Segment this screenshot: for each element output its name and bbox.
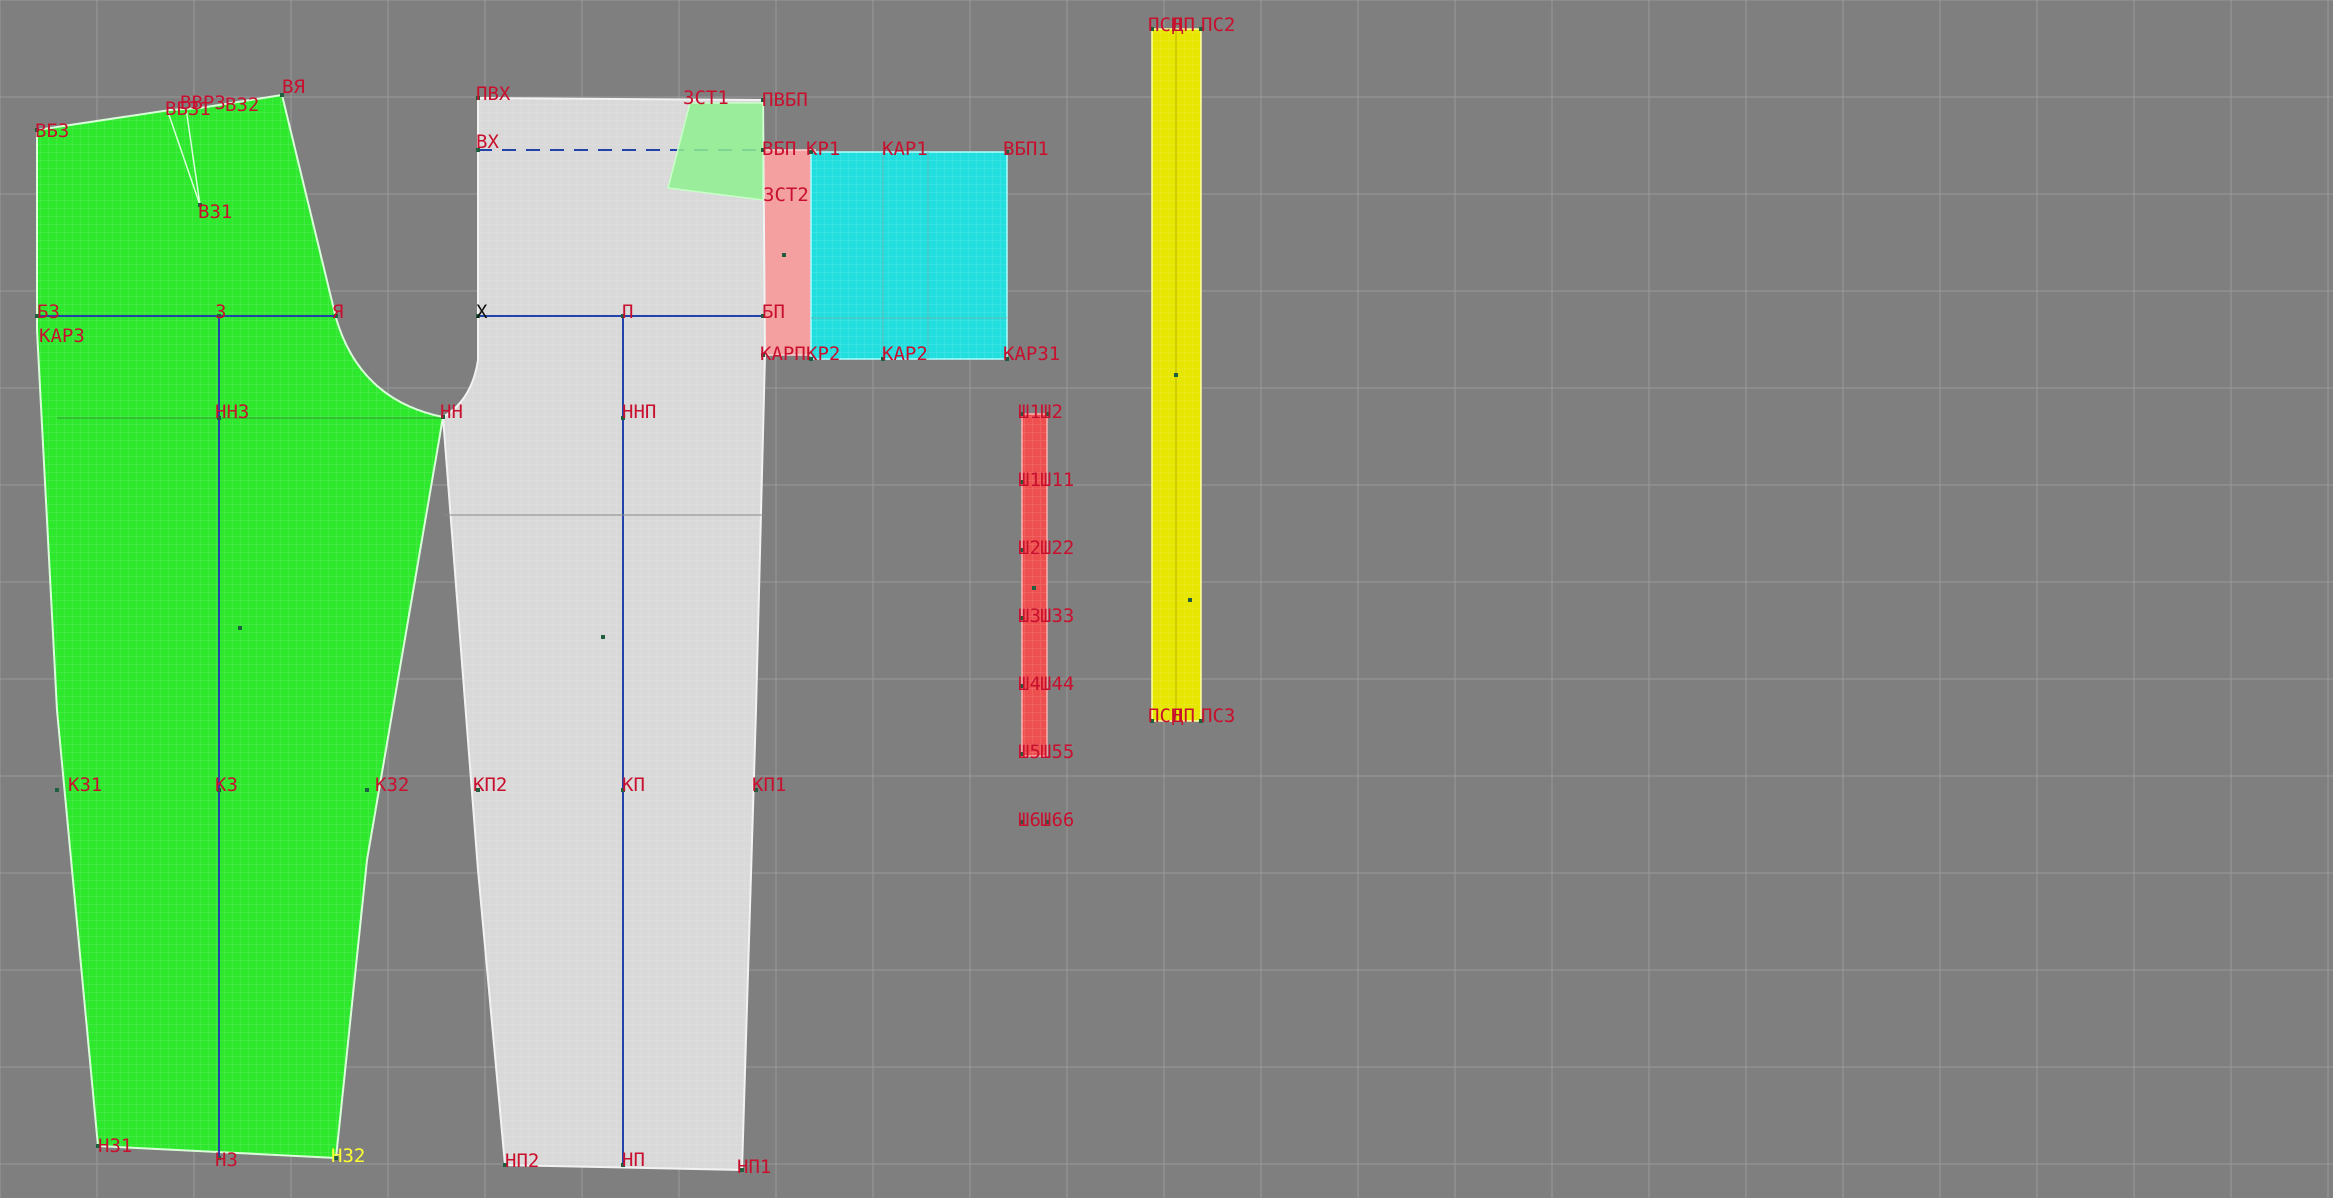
point-label-sh33[interactable]: Ш33 bbox=[1040, 605, 1074, 627]
point-label-vh[interactable]: ВХ bbox=[476, 131, 499, 153]
point-label-ya[interactable]: Я bbox=[332, 301, 343, 323]
point-label-nn[interactable]: НН bbox=[440, 401, 463, 423]
point-marker-icon[interactable] bbox=[55, 788, 59, 792]
point-label-sh6[interactable]: Ш6 bbox=[1018, 809, 1041, 831]
point-label-vbp1[interactable]: ВБП1 bbox=[1003, 138, 1049, 160]
point-label-sh5[interactable]: Ш5 bbox=[1018, 741, 1041, 763]
point-marker-icon[interactable] bbox=[782, 253, 786, 257]
pocket-lining-shape[interactable] bbox=[762, 149, 816, 356]
point-label-kar31[interactable]: КАР31 bbox=[1003, 343, 1060, 365]
belt-loop-strip-piece[interactable] bbox=[1021, 413, 1048, 757]
point-label-sh11[interactable]: Ш11 bbox=[1040, 469, 1074, 491]
point-label-kp1[interactable]: КП1 bbox=[752, 774, 786, 796]
point-marker-icon[interactable] bbox=[1032, 586, 1036, 590]
point-label-kp2[interactable]: КП2 bbox=[473, 774, 507, 796]
point-label-kar1[interactable]: КАР1 bbox=[882, 138, 928, 160]
point-label-zst2[interactable]: ЗСТ2 bbox=[763, 184, 809, 206]
belt-loop-strip-texture bbox=[1022, 414, 1047, 756]
point-label-bz[interactable]: БЗ bbox=[37, 301, 60, 323]
point-label-karz[interactable]: КАРЗ bbox=[39, 325, 85, 347]
point-label-sh3[interactable]: Ш3 bbox=[1018, 605, 1041, 627]
point-label-kz[interactable]: КЗ bbox=[215, 774, 238, 796]
point-label-ps2[interactable]: ПС2 bbox=[1201, 14, 1235, 36]
point-label-sh66[interactable]: Ш66 bbox=[1040, 809, 1074, 831]
point-label-nnp[interactable]: ННП bbox=[622, 401, 656, 423]
point-label-h[interactable]: Х bbox=[476, 301, 488, 323]
point-label-nnz[interactable]: ННЗ bbox=[215, 401, 249, 423]
point-label-sh55[interactable]: Ш55 bbox=[1040, 741, 1074, 763]
pattern-canvas[interactable]: ВБЗ ВБЗ1 ВВРЗ ВЗ2 ВЯ ВЗ1 БЗ З Я КАРЗ ННЗ… bbox=[0, 0, 2333, 1198]
point-label-dp-bottom[interactable]: ДП bbox=[1172, 705, 1195, 727]
point-label-sh44[interactable]: Ш44 bbox=[1040, 673, 1074, 695]
point-label-vvrz[interactable]: ВВРЗ bbox=[180, 92, 226, 114]
point-label-ps3[interactable]: ПС3 bbox=[1201, 705, 1235, 727]
point-label-sh22[interactable]: Ш22 bbox=[1040, 537, 1074, 559]
point-label-kz1[interactable]: КЗ1 bbox=[68, 774, 102, 796]
point-label-bp[interactable]: БП bbox=[762, 301, 785, 323]
point-label-kp[interactable]: КП bbox=[622, 774, 645, 796]
front-piece-texture bbox=[443, 98, 765, 1170]
point-marker-icon[interactable] bbox=[1174, 373, 1178, 377]
point-label-vya[interactable]: ВЯ bbox=[282, 76, 305, 98]
point-label-zst1[interactable]: ЗСТ1 bbox=[683, 87, 729, 109]
point-label-np[interactable]: НП bbox=[622, 1149, 645, 1171]
point-label-sh2[interactable]: Ш2 bbox=[1018, 537, 1041, 559]
point-marker-icon[interactable] bbox=[601, 635, 605, 639]
point-label-sh4[interactable]: Ш4 bbox=[1018, 673, 1041, 695]
point-label-kr2[interactable]: КР2 bbox=[806, 343, 840, 365]
point-label-vz2[interactable]: ВЗ2 bbox=[225, 94, 259, 116]
point-label-np2[interactable]: НП2 bbox=[505, 1150, 539, 1172]
pocket-facing-piece[interactable] bbox=[810, 151, 1008, 360]
point-label-vz1[interactable]: ВЗ1 bbox=[198, 201, 232, 223]
point-label-vbp[interactable]: ВБП bbox=[762, 138, 796, 160]
point-label-nz1[interactable]: НЗ1 bbox=[98, 1135, 132, 1157]
point-label-sh1-top[interactable]: Ш1 bbox=[1018, 401, 1041, 423]
point-marker-icon[interactable] bbox=[238, 626, 242, 630]
point-label-nz[interactable]: НЗ bbox=[215, 1149, 238, 1171]
point-label-pvbp[interactable]: ПВБП bbox=[762, 89, 808, 111]
point-label-kr1[interactable]: КР1 bbox=[806, 138, 840, 160]
point-marker-icon[interactable] bbox=[365, 788, 369, 792]
point-label-karp[interactable]: КАРП bbox=[760, 343, 806, 365]
pocket-facing-texture bbox=[811, 152, 1007, 359]
point-label-p[interactable]: П bbox=[622, 301, 633, 323]
point-label-dp-top[interactable]: ДП bbox=[1172, 14, 1195, 36]
point-label-sh2-top[interactable]: Ш2 bbox=[1040, 401, 1063, 423]
point-label-kar2[interactable]: КАР2 bbox=[882, 343, 928, 365]
point-marker-icon[interactable] bbox=[1188, 598, 1192, 602]
point-label-nz2[interactable]: НЗ2 bbox=[331, 1145, 365, 1167]
point-label-np1[interactable]: НП1 bbox=[737, 1156, 771, 1178]
point-label-vbz[interactable]: ВБЗ bbox=[35, 120, 69, 142]
point-label-pvh[interactable]: ПВХ bbox=[476, 83, 511, 105]
point-label-z[interactable]: З bbox=[215, 301, 226, 323]
point-label-kz2[interactable]: КЗ2 bbox=[375, 774, 409, 796]
point-label-sh1[interactable]: Ш1 bbox=[1018, 469, 1041, 491]
